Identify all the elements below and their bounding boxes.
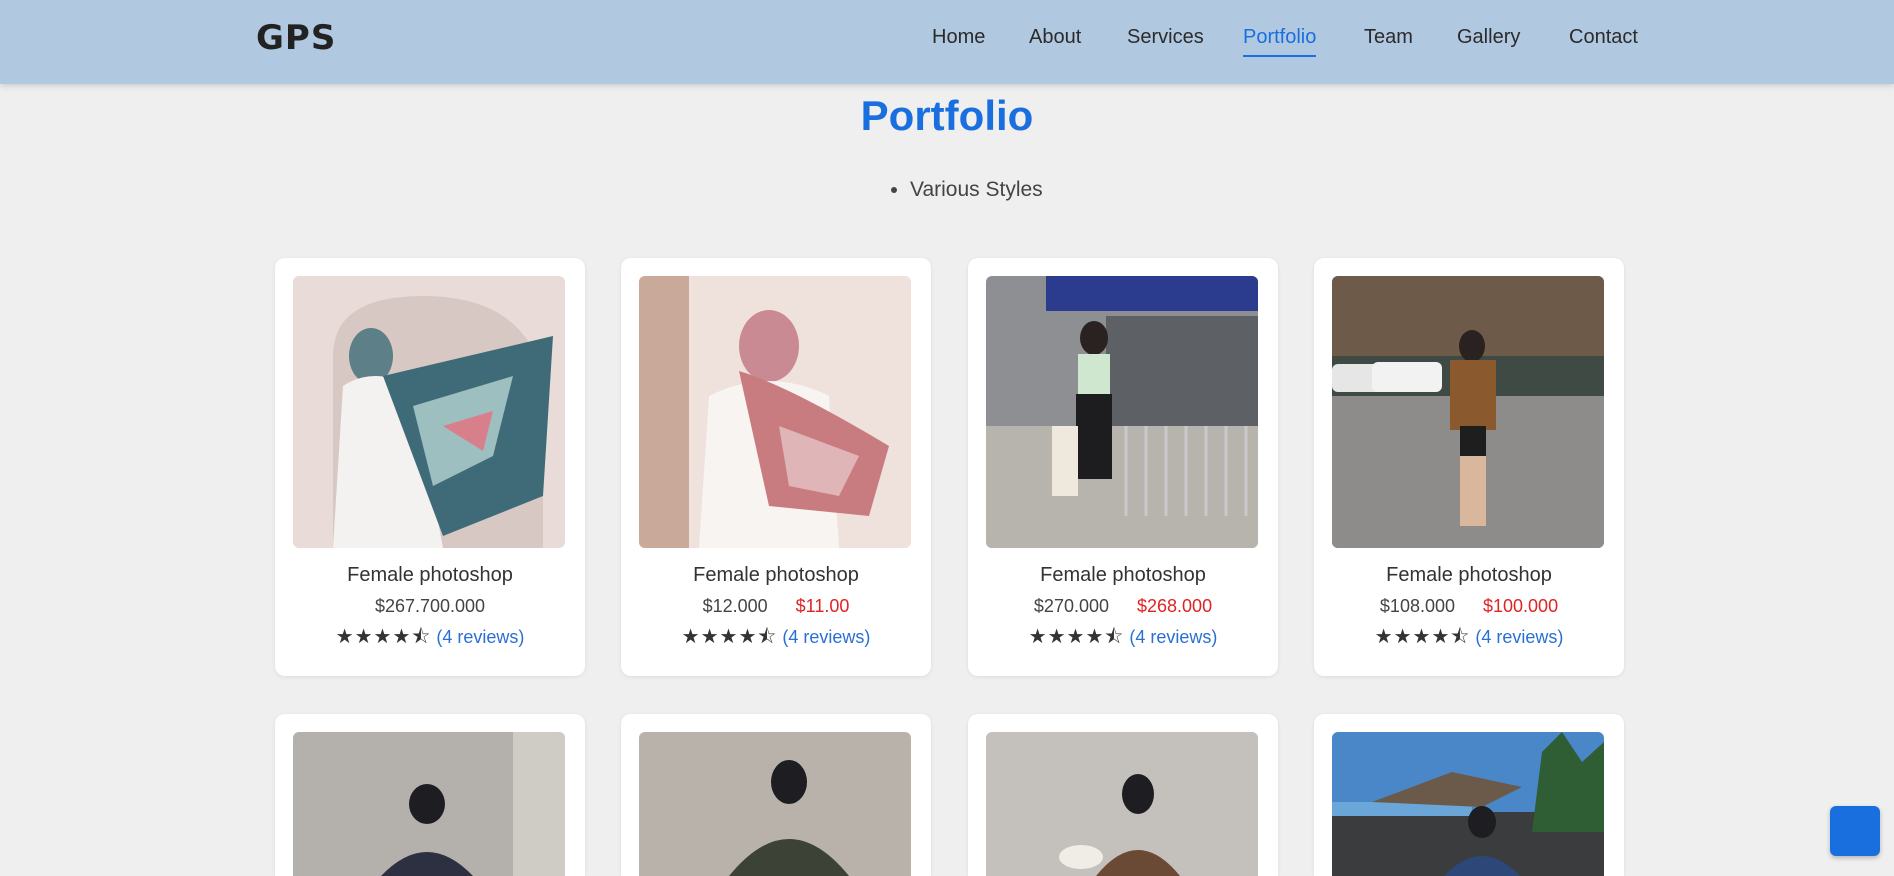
reviews-link[interactable]: (4 reviews) [782,627,870,647]
star-icon: ★ [1393,626,1413,648]
product-image[interactable] [293,276,565,548]
section-title: Portfolio [860,92,1034,139]
product-image[interactable] [639,276,911,548]
product-image[interactable] [1332,276,1604,548]
product-image[interactable] [293,732,565,876]
product-price: $108.000 [1379,596,1455,616]
product-title[interactable]: Female photoshop [275,564,585,587]
product-image[interactable] [986,732,1258,876]
star-icon: ★ [392,626,412,648]
star-half-icon: ⯪ [757,626,778,648]
product-card[interactable] [968,714,1278,876]
sale-price: $268.000 [1137,596,1213,616]
star-icon: ★ [1431,626,1451,648]
reviews-link[interactable]: (4 reviews) [1129,627,1217,647]
star-half-icon: ⯪ [1104,626,1125,648]
star-icon: ★ [1028,626,1048,648]
star-icon: ★ [1374,626,1394,648]
star-icon: ★ [1412,626,1432,648]
star-icon: ★ [1066,626,1086,648]
price-row: $12.000 $11.00 [621,596,931,617]
product-card[interactable]: Female photoshop $267.700.000 ★★★★⯪ (4 r… [275,258,585,676]
product-image[interactable] [1332,732,1604,876]
nav-home[interactable]: Home [932,26,985,49]
product-title[interactable]: Female photoshop [968,564,1278,587]
nav-portfolio[interactable]: Portfolio [1243,26,1317,57]
rating-row: ★★★★⯪ (4 reviews) [968,622,1278,656]
product-title[interactable]: Female photoshop [1314,564,1624,587]
rating-row: ★★★★⯪ (4 reviews) [1314,622,1624,656]
product-card[interactable]: Female photoshop $270.000 $268.000 ★★★★⯪ … [968,258,1278,676]
product-image[interactable] [639,732,911,876]
product-card[interactable]: Female photoshop $12.000 $11.00 ★★★★⯪ (4 … [621,258,931,676]
nav-about[interactable]: About [1029,26,1081,49]
star-icon: ★ [354,626,374,648]
sale-price: $100.000 [1483,596,1559,616]
product-card[interactable]: Female photoshop $108.000 $100.000 ★★★★⯪ … [1314,258,1624,676]
brand-logo[interactable]: GPS [256,18,336,58]
nav-gallery[interactable]: Gallery [1457,26,1520,49]
price-row: $267.700.000 [275,596,585,617]
nav-contact[interactable]: Contact [1569,26,1638,49]
star-icon: ★ [700,626,720,648]
product-image[interactable] [986,276,1258,548]
product-card[interactable] [621,714,931,876]
reviews-link[interactable]: (4 reviews) [436,627,524,647]
feature-item: Various Styles [910,178,1043,202]
sale-price: $11.00 [795,596,850,616]
product-card[interactable] [275,714,585,876]
star-icon: ★ [719,626,739,648]
navbar: GPS Home About Services Portfolio Team G… [0,0,1894,84]
star-icon: ★ [335,626,355,648]
product-card[interactable] [1314,714,1624,876]
scroll-top-button[interactable] [1830,806,1880,856]
nav-team[interactable]: Team [1364,26,1413,49]
price-row: $270.000 $268.000 [968,596,1278,617]
product-price: $12.000 [702,596,768,616]
reviews-link[interactable]: (4 reviews) [1475,627,1563,647]
product-title[interactable]: Female photoshop [621,564,931,587]
star-icon: ★ [1047,626,1067,648]
rating-row: ★★★★⯪ (4 reviews) [275,622,585,656]
star-half-icon: ⯪ [411,626,432,648]
feature-list: Various Styles [888,178,1043,202]
price-row: $108.000 $100.000 [1314,596,1624,617]
product-price: $267.700.000 [374,596,486,616]
star-icon: ★ [738,626,758,648]
star-icon: ★ [1085,626,1105,648]
star-icon: ★ [373,626,393,648]
nav-services[interactable]: Services [1127,26,1204,49]
rating-row: ★★★★⯪ (4 reviews) [621,622,931,656]
product-price: $270.000 [1033,596,1109,616]
star-icon: ★ [681,626,701,648]
star-half-icon: ⯪ [1450,626,1471,648]
